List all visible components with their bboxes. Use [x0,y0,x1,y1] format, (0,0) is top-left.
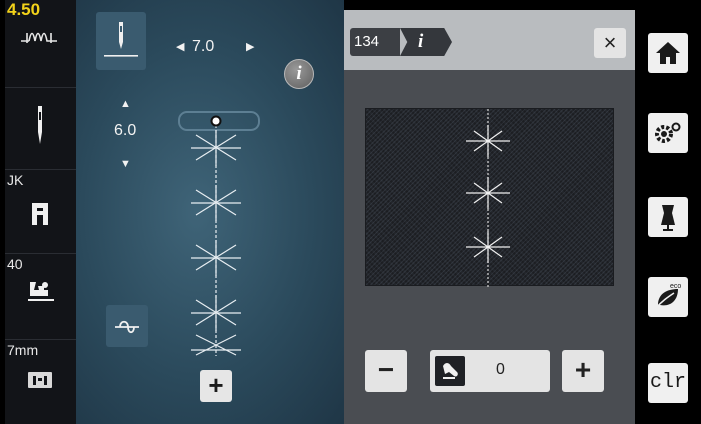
stitch-length-status[interactable]: 4.50 [5,0,76,88]
increase-button[interactable]: + [562,350,604,392]
width-decrease-arrow[interactable]: ◀ [176,40,184,53]
stitch-plate-status[interactable]: 7mm [5,340,76,424]
presser-foot-icon [32,203,48,225]
settings-icon [655,122,681,143]
info-button[interactable]: i [284,59,314,89]
needle-icon [38,106,42,144]
home-icon [656,42,680,64]
tie-off-icon [115,320,139,334]
close-button[interactable]: × [594,28,626,58]
length-decrease-arrow[interactable]: ▼ [120,158,131,170]
info-panel: 134 i × − 0 + [344,10,635,424]
width-increase-arrow[interactable]: ▶ [246,40,254,53]
length-increase-arrow[interactable]: ▲ [120,98,131,110]
presser-foot-pressure-control[interactable]: 0 [430,350,550,392]
tutorial-button[interactable] [648,197,688,237]
status-sidebar: 4.50 JK 40 7mm [5,0,76,424]
plate-label: 7mm [7,342,39,358]
stitch-preview [178,111,260,356]
stitch-editor: ◀ 7.0 ▶ i ▲ 6.0 ▼ + [76,0,344,424]
svg-text:eco: eco [670,283,681,290]
presser-foot-label: JK [7,172,24,188]
stitch-length-icon [21,32,57,43]
info-crumb[interactable]: i [400,28,452,56]
tie-off-button[interactable] [106,305,148,347]
needle-position-button[interactable] [96,12,146,70]
pressure-correction-value: 0 [496,361,505,378]
stitch-length-value: 6.0 [114,122,137,139]
feed-dog-icon [28,282,54,301]
needle-position-icon [104,22,138,57]
settings-button[interactable] [648,113,688,153]
dress-form-icon [661,205,675,231]
preview-stitches [466,109,510,287]
add-stitch-button[interactable]: + [200,370,232,402]
eco-icon: eco [655,283,681,309]
panel-header: 134 i × [344,10,635,70]
stitch-width-value: 7.0 [192,38,215,55]
presser-foot-status[interactable]: JK [5,170,76,254]
main-toolbar: eco clr [635,0,701,424]
home-button[interactable] [648,33,688,73]
feed-dog-status[interactable]: 40 [5,254,76,340]
stitch-plate-icon [28,372,52,388]
decrease-button[interactable]: − [365,350,407,392]
stitch-length-value: 4.50 [7,0,41,19]
eco-button[interactable]: eco [648,277,688,317]
pressure-value: 40 [7,256,23,272]
sewing-preview [365,108,614,287]
clear-button[interactable]: clr [648,363,688,403]
stitch-number-crumb[interactable]: 134 [350,28,400,56]
needle-status[interactable] [5,88,76,170]
presser-foot-pressure-icon [435,356,465,386]
